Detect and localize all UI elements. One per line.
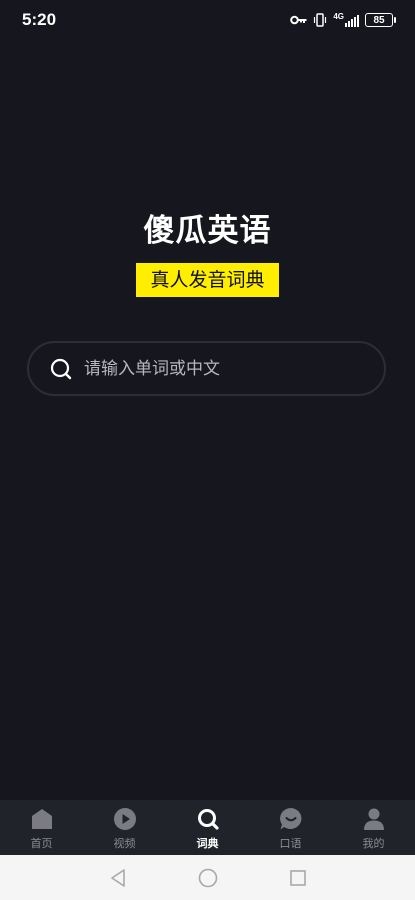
tab-label: 视频 <box>113 837 136 850</box>
battery-level: 85 <box>373 14 385 26</box>
tab-home[interactable]: 首页 <box>0 800 83 855</box>
tab-label: 我的 <box>362 837 385 850</box>
tab-speaking[interactable]: 口语 <box>249 800 332 855</box>
status-bar: 5:20 4G 85 <box>0 0 415 42</box>
app-title: 傻瓜英语 <box>143 213 272 249</box>
status-time: 5:20 <box>22 10 57 29</box>
back-button[interactable] <box>107 867 129 889</box>
back-icon <box>110 868 125 887</box>
search-icon <box>50 358 72 379</box>
chat-icon <box>279 808 301 830</box>
tab-label: 首页 <box>30 837 53 850</box>
video-icon <box>113 808 136 830</box>
bottom-tab-bar: 首页 视频 词典 口语 我的 <box>0 800 415 855</box>
app-subtitle: 真人发音词典 <box>136 263 279 297</box>
recents-icon <box>289 869 306 886</box>
network-type: 4G <box>333 12 344 21</box>
system-nav-bar <box>0 855 415 900</box>
recents-button[interactable] <box>287 867 309 889</box>
tab-video[interactable]: 视频 <box>83 800 166 855</box>
search-icon <box>197 809 219 830</box>
tab-label: 词典 <box>196 837 219 850</box>
vpn-key-icon <box>290 15 307 25</box>
tab-profile[interactable]: 我的 <box>332 800 415 855</box>
vibrate-icon <box>314 13 327 27</box>
signal-icon: 4G <box>333 13 359 27</box>
tab-label: 口语 <box>279 837 302 850</box>
search-input[interactable] <box>82 357 384 380</box>
user-icon <box>363 808 384 830</box>
home-button[interactable] <box>197 867 219 889</box>
tab-dictionary[interactable]: 词典 <box>166 800 249 855</box>
battery-icon: 85 <box>365 13 396 27</box>
home-icon <box>31 809 52 829</box>
search-box[interactable] <box>27 341 386 396</box>
home-circle-icon <box>198 868 217 887</box>
status-icons: 4G 85 <box>290 11 396 29</box>
